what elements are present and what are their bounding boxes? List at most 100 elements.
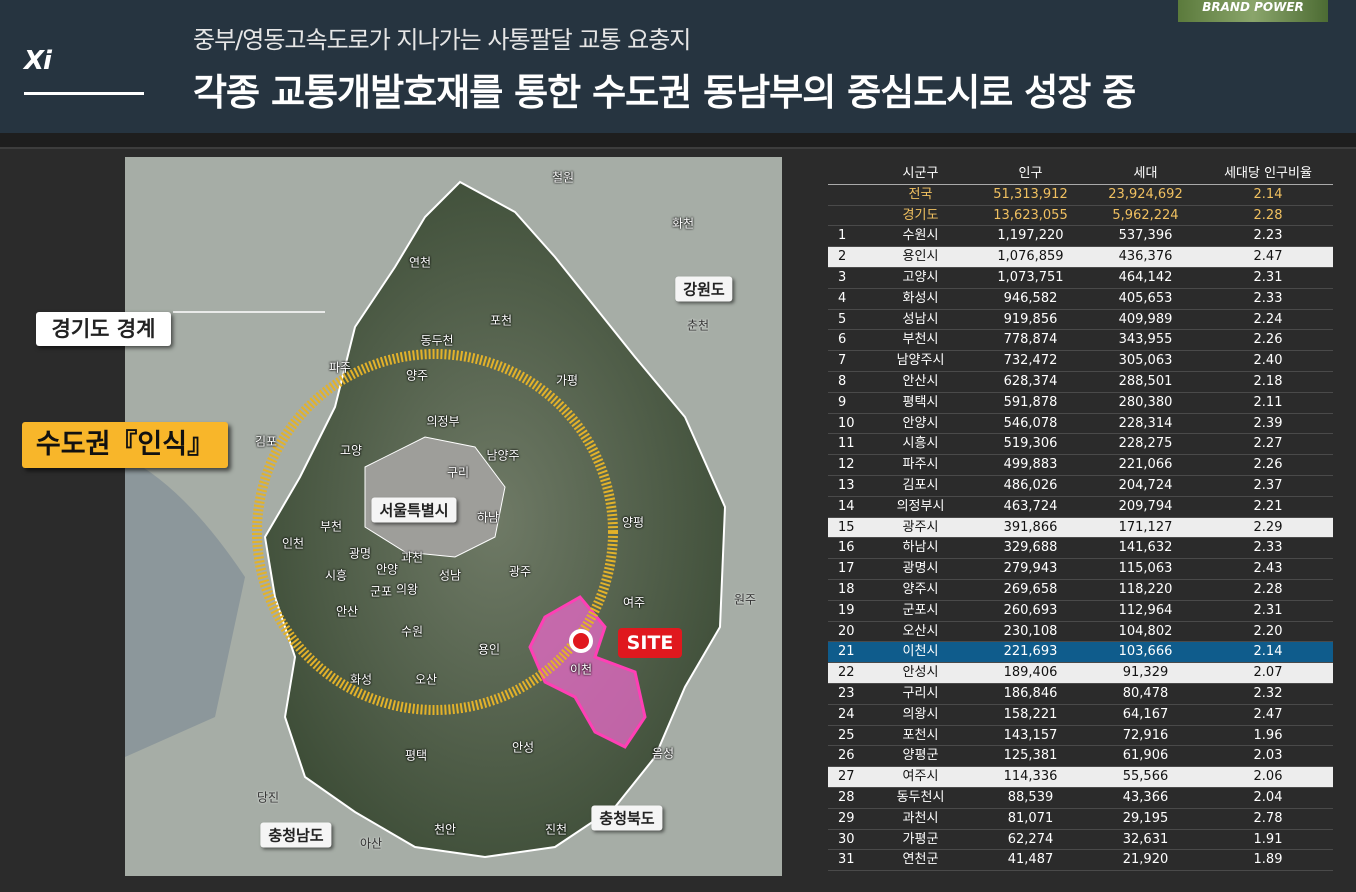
page-header: Xi 중부/영동고속도로가 지나가는 사통팔달 교통 요충지 각종 교통개발호재… — [0, 0, 1356, 133]
row-households: 55,566 — [1122, 769, 1169, 785]
row-households: 43,366 — [1122, 789, 1169, 805]
table-row: 5 성남시 919,856 409,989 2.24 — [828, 310, 1333, 331]
row-name: 과천시 — [902, 810, 939, 826]
table-row: 14 의정부시 463,724 209,794 2.21 — [828, 497, 1333, 518]
place-hwaseong: 화성 — [349, 672, 373, 687]
row-population: 114,336 — [1003, 769, 1058, 785]
place-yeoncheon: 연천 — [408, 255, 432, 270]
place-yangju: 양주 — [405, 368, 429, 383]
row-name: 양주시 — [902, 581, 939, 597]
row-rank: 9 — [838, 394, 847, 410]
row-households: 115,063 — [1118, 561, 1173, 577]
row-name: 포천시 — [902, 727, 939, 743]
row-rank: 6 — [838, 332, 847, 348]
row-ratio: 2.37 — [1253, 477, 1283, 493]
table-row: 3 고양시 1,073,751 464,142 2.31 — [828, 268, 1333, 289]
row-population: 186,846 — [1003, 685, 1058, 701]
row-ratio: 2.29 — [1253, 519, 1283, 535]
row-population: 519,306 — [1003, 436, 1058, 452]
row-name: 김포시 — [902, 477, 939, 493]
place-cheonan: 천안 — [433, 822, 457, 837]
row-households: 221,066 — [1118, 457, 1173, 473]
summary-row: 전국 51,313,912 23,924,692 2.14 — [828, 185, 1333, 206]
place-gapyeong: 가평 — [555, 373, 579, 388]
row-rank: 25 — [838, 727, 855, 743]
site-marker — [573, 633, 589, 649]
row-ratio: 2.47 — [1253, 706, 1283, 722]
row-ratio: 1.89 — [1253, 852, 1283, 868]
place-osan: 오산 — [414, 672, 438, 687]
row-population: 391,866 — [1003, 519, 1058, 535]
place-yongin: 용인 — [477, 642, 501, 657]
page-subtitle: 중부/영동고속도로가 지나가는 사통팔달 교통 요충지 — [193, 26, 691, 54]
row-rank: 28 — [838, 789, 855, 805]
summary-hh: 23,924,692 — [1108, 186, 1183, 202]
row-rank: 13 — [838, 477, 855, 493]
row-name: 평택시 — [902, 394, 939, 410]
row-name: 고양시 — [902, 269, 939, 285]
header-divider — [0, 133, 1356, 149]
row-rank: 23 — [838, 685, 855, 701]
place-goyang: 고양 — [339, 443, 363, 458]
row-rank: 20 — [838, 623, 855, 639]
label-chungnam: 충청남도 — [260, 822, 332, 848]
row-ratio: 2.23 — [1253, 228, 1283, 244]
row-name: 의정부시 — [896, 498, 945, 514]
row-ratio: 2.03 — [1253, 748, 1283, 764]
row-rank: 2 — [838, 249, 847, 265]
place-pyeongtaek: 평택 — [404, 748, 428, 763]
place-gwangju: 광주 — [508, 564, 532, 579]
row-population: 919,856 — [1003, 311, 1058, 327]
row-population: 230,108 — [1003, 623, 1058, 639]
place-yangpyeong: 양평 — [621, 515, 645, 530]
row-name: 군포시 — [902, 602, 939, 618]
table-header-row: 시군구 인구 세대 세대당 인구비율 — [828, 164, 1333, 185]
row-population: 591,878 — [1003, 394, 1058, 410]
place-uiwang: 의왕 — [395, 582, 419, 597]
row-population: 628,374 — [1003, 373, 1058, 389]
row-population: 260,693 — [1003, 602, 1058, 618]
place-hanam: 하남 — [476, 510, 500, 525]
place-ansan: 안산 — [335, 604, 359, 619]
place-chuncheon: 춘천 — [686, 318, 710, 333]
row-ratio: 2.33 — [1253, 290, 1283, 306]
row-population: 41,487 — [1007, 852, 1054, 868]
row-population: 463,724 — [1003, 498, 1058, 514]
summary-pop: 51,313,912 — [993, 186, 1068, 202]
row-population: 269,658 — [1003, 581, 1058, 597]
row-population: 158,221 — [1003, 706, 1058, 722]
header-ratio: 세대당 인구비율 — [1224, 166, 1312, 181]
row-households: 64,167 — [1122, 706, 1169, 722]
row-ratio: 1.96 — [1253, 727, 1283, 743]
place-suwon: 수원 — [400, 624, 424, 639]
row-rank: 8 — [838, 373, 847, 389]
row-households: 29,195 — [1122, 810, 1169, 826]
row-name: 오산시 — [902, 623, 939, 639]
table-row: 24 의왕시 158,221 64,167 2.47 — [828, 705, 1333, 726]
gyeonggi-map: 철원 화천 연천 동두천 포천 춘천 파주 양주 가평 의정부 김포 고양 구리… — [125, 157, 782, 876]
place-icheon: 이천 — [569, 662, 593, 677]
row-population: 1,076,859 — [997, 249, 1064, 265]
table-row: 21 이천시 221,693 103,666 2.14 — [828, 642, 1333, 664]
row-households: 61,906 — [1122, 748, 1169, 764]
logo-underline — [24, 92, 144, 95]
row-rank: 15 — [838, 519, 855, 535]
row-households: 80,478 — [1122, 685, 1169, 701]
row-population: 546,078 — [1003, 415, 1058, 431]
row-population: 81,071 — [1007, 810, 1054, 826]
place-cheorwon: 철원 — [551, 170, 575, 185]
place-anseong: 안성 — [511, 740, 535, 755]
row-ratio: 1.91 — [1253, 831, 1283, 847]
summary-rank — [828, 185, 868, 205]
summary-name: 전국 — [908, 186, 933, 202]
row-rank: 21 — [838, 644, 855, 660]
place-gwangmyeong: 광명 — [348, 546, 372, 561]
row-ratio: 2.78 — [1253, 810, 1283, 826]
table-row: 15 광주시 391,866 171,127 2.29 — [828, 517, 1333, 539]
row-population: 778,874 — [1003, 332, 1058, 348]
table-row: 12 파주시 499,883 221,066 2.26 — [828, 455, 1333, 476]
label-chungbuk: 충청북도 — [591, 805, 663, 831]
row-name: 성남시 — [902, 311, 939, 327]
place-gwacheon: 과천 — [400, 550, 424, 565]
table-row: 19 군포시 260,693 112,964 2.31 — [828, 601, 1333, 622]
